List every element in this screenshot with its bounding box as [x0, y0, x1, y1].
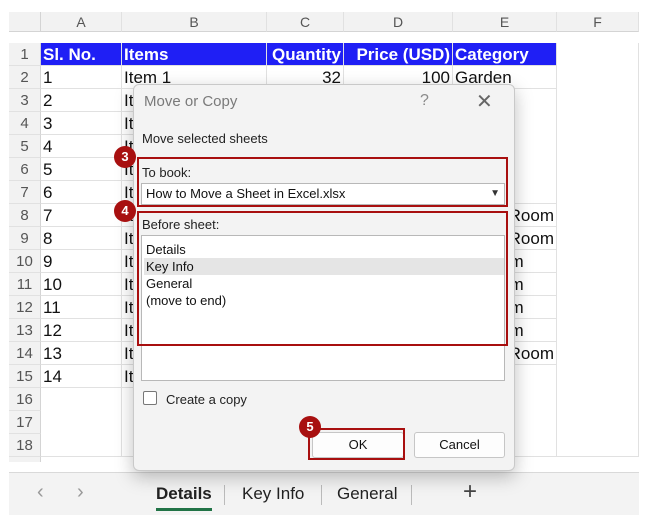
- column-header-b[interactable]: B: [122, 12, 267, 32]
- row-header[interactable]: 7: [9, 181, 41, 204]
- step-marker-4: 4: [114, 200, 136, 222]
- create-copy-checkbox[interactable]: [143, 391, 157, 405]
- help-icon[interactable]: ?: [420, 92, 429, 110]
- row-header[interactable]: 12: [9, 296, 41, 319]
- close-icon[interactable]: ✕: [476, 89, 493, 114]
- cancel-button[interactable]: Cancel: [414, 432, 505, 458]
- row-header[interactable]: 2: [9, 66, 41, 89]
- cell-sl-no[interactable]: 5: [41, 158, 122, 181]
- row-header[interactable]: 19: [9, 457, 41, 462]
- cell-sl-no[interactable]: 11: [41, 296, 122, 319]
- header-cell-items[interactable]: Items: [122, 43, 267, 66]
- tab-details[interactable]: Details: [156, 482, 212, 511]
- header-cell-price[interactable]: Price (USD): [344, 43, 453, 66]
- row-header[interactable]: 3: [9, 89, 41, 112]
- column-header-f[interactable]: F: [557, 12, 639, 32]
- row-header[interactable]: 10: [9, 250, 41, 273]
- step-marker-3: 3: [114, 146, 136, 168]
- row-header[interactable]: 1: [9, 43, 41, 66]
- create-copy-label[interactable]: Create a copy: [166, 392, 247, 407]
- cell-sl-no[interactable]: 1: [41, 66, 122, 89]
- row-header[interactable]: 8: [9, 204, 41, 227]
- row-header[interactable]: 5: [9, 135, 41, 158]
- tab-separator: [321, 485, 322, 505]
- annotation-box-before-sheet: [137, 211, 508, 346]
- move-selected-label: Move selected sheets: [142, 131, 268, 146]
- cell-sl-no[interactable]: 6: [41, 181, 122, 204]
- row-header[interactable]: 15: [9, 365, 41, 388]
- row-header[interactable]: 16: [9, 388, 41, 411]
- row-header[interactable]: 6: [9, 158, 41, 181]
- cell-sl-no[interactable]: 12: [41, 319, 122, 342]
- column-header-c[interactable]: C: [267, 12, 344, 32]
- cell-block-column-f[interactable]: [557, 43, 639, 457]
- row-header[interactable]: 14: [9, 342, 41, 365]
- row-header[interactable]: 4: [9, 112, 41, 135]
- row-header[interactable]: 9: [9, 227, 41, 250]
- row-header[interactable]: 11: [9, 273, 41, 296]
- cell-sl-no[interactable]: 3: [41, 112, 122, 135]
- annotation-box-ok: [308, 428, 405, 460]
- header-cell-sl-no[interactable]: Sl. No.: [41, 43, 122, 66]
- tab-prev-icon[interactable]: ‹: [37, 481, 44, 504]
- sheet-tab-bar: ‹ › Details Key Info General +: [9, 472, 639, 515]
- cell-sl-no[interactable]: 13: [41, 342, 122, 365]
- tab-separator: [411, 485, 412, 505]
- step-marker-5: 5: [299, 416, 321, 438]
- add-sheet-icon[interactable]: +: [463, 478, 477, 506]
- tab-next-icon[interactable]: ›: [77, 481, 84, 504]
- header-cell-category[interactable]: Category: [453, 43, 557, 66]
- column-header-d[interactable]: D: [344, 12, 453, 32]
- row-header[interactable]: 17: [9, 411, 41, 434]
- header-cell-quantity[interactable]: Quantity: [267, 43, 344, 66]
- select-all-corner[interactable]: [9, 12, 41, 32]
- column-header-a[interactable]: A: [41, 12, 122, 32]
- cell-block-empty[interactable]: [41, 388, 122, 457]
- cell-sl-no[interactable]: 14: [41, 365, 122, 388]
- cell-sl-no[interactable]: 8: [41, 227, 122, 250]
- cell-sl-no[interactable]: 2: [41, 89, 122, 112]
- tab-key-info[interactable]: Key Info: [242, 482, 304, 508]
- annotation-box-to-book: [137, 157, 508, 207]
- row-header[interactable]: 18: [9, 434, 41, 457]
- dialog-title: Move or Copy: [144, 93, 238, 110]
- cell-sl-no[interactable]: 4: [41, 135, 122, 158]
- tab-general[interactable]: General: [337, 482, 397, 508]
- row-header[interactable]: 13: [9, 319, 41, 342]
- cell-sl-no[interactable]: 10: [41, 273, 122, 296]
- cell-sl-no[interactable]: 9: [41, 250, 122, 273]
- cell-sl-no[interactable]: 7: [41, 204, 122, 227]
- tab-separator: [224, 485, 225, 505]
- column-header-e[interactable]: E: [453, 12, 557, 32]
